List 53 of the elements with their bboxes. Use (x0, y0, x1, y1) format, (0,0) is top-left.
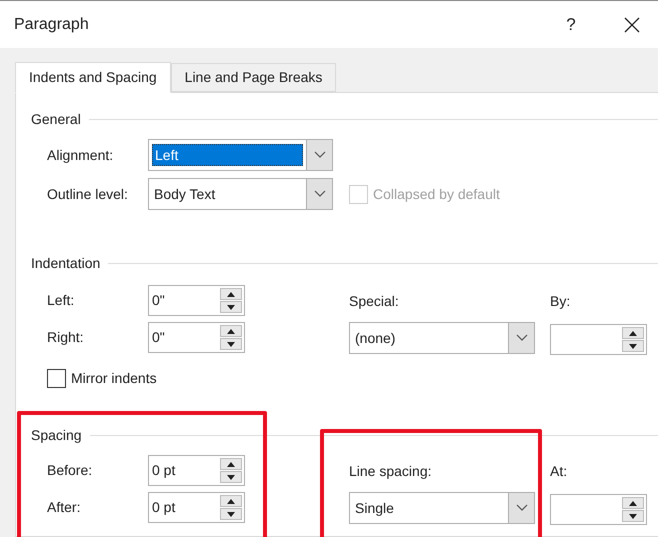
spin-field[interactable] (550, 324, 647, 355)
field-label: Line spacing: (349, 462, 433, 481)
dropdown-value: Body Text (153, 185, 216, 204)
spin-down-icon[interactable] (622, 340, 644, 352)
close-icon (624, 16, 640, 32)
spin-down-icon[interactable] (220, 471, 242, 483)
spin-field[interactable] (550, 494, 647, 525)
field-label: At: (550, 462, 568, 481)
spin-up-icon[interactable] (220, 325, 242, 337)
tab[interactable]: Line and Page Breaks (170, 63, 336, 92)
section-title: General (31, 110, 81, 128)
field-value: 0" (152, 292, 165, 308)
field-label: Collapsed by default (373, 184, 500, 204)
dropdown[interactable]: (none) (349, 322, 535, 354)
section-title: Indentation (31, 254, 100, 272)
window-title: Paragraph (14, 14, 90, 34)
dropdown[interactable]: Body Text (148, 178, 333, 210)
checkbox[interactable] (47, 369, 66, 388)
field-label: Special: (349, 292, 400, 311)
field-value: 0 pt (152, 499, 176, 515)
spin-field[interactable]: 0 pt (148, 492, 245, 523)
field-value: 0" (152, 329, 165, 345)
dropdown[interactable]: Single (349, 492, 535, 524)
tab[interactable]: Indents and Spacing (15, 62, 171, 93)
section-title: Spacing (31, 426, 82, 445)
spin-field[interactable]: 0 pt (148, 455, 245, 486)
field-value: 0 pt (152, 462, 176, 478)
dropdown-value: (none) (354, 329, 396, 348)
dropdown[interactable]: Left (148, 139, 333, 171)
field-label: After: (47, 498, 82, 517)
spin-field[interactable]: 0" (148, 322, 245, 353)
field-label: Line and Page Breaks (184, 69, 322, 85)
spin-down-icon[interactable] (220, 508, 242, 520)
field-label: Outline level: (47, 184, 129, 204)
spin-down-icon[interactable] (220, 338, 242, 350)
help-button[interactable]: ? (556, 12, 586, 38)
spin-up-icon[interactable] (220, 458, 242, 470)
spin-up-icon[interactable] (220, 288, 242, 300)
dropdown-value: Single (354, 499, 395, 518)
field-label: Indents and Spacing (29, 69, 157, 85)
field-label: Left: (47, 291, 76, 310)
spin-up-icon[interactable] (220, 495, 242, 507)
field-label: Right: (47, 328, 85, 347)
dropdown-value: Left (152, 144, 303, 166)
spin-up-icon[interactable] (622, 327, 644, 339)
spin-down-icon[interactable] (220, 301, 242, 313)
field-label: By: (550, 292, 572, 311)
field-label: Mirror indents (71, 369, 157, 388)
spin-field[interactable]: 0" (148, 285, 245, 316)
field-label: Alignment: (47, 146, 114, 165)
spin-up-icon[interactable] (622, 497, 644, 509)
field-label: Before: (47, 461, 94, 480)
spin-down-icon[interactable] (622, 510, 644, 522)
